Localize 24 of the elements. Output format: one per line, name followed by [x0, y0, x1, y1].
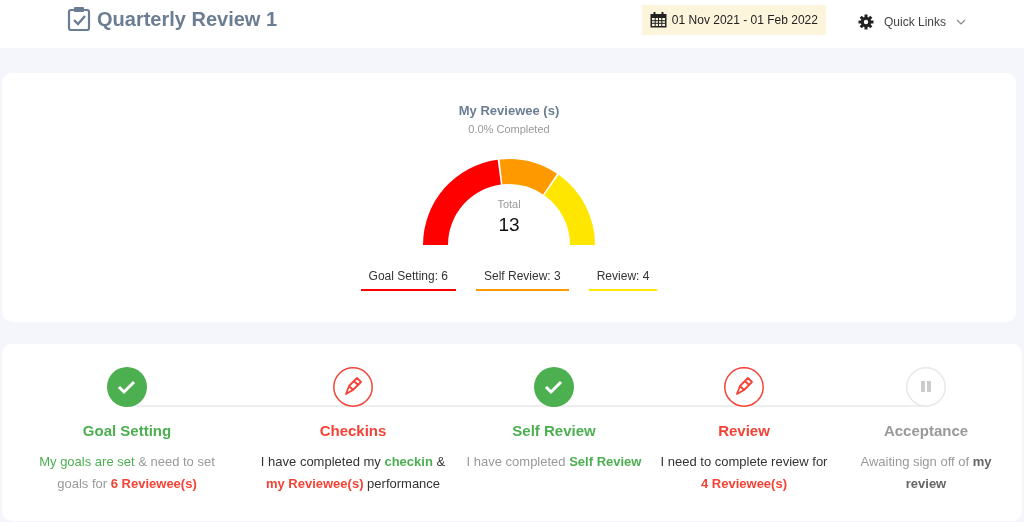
chevron-down-icon: [956, 19, 966, 25]
total-value: 13: [497, 214, 521, 236]
step-description: My goals are set & need to set goals for 6 Reviewee(s): [38, 453, 216, 493]
step-title: Goal Setting: [82, 422, 172, 439]
step-title: Review: [718, 422, 770, 439]
completion-text: 0.0% Completed: [468, 123, 550, 135]
clipboard-check-icon: [67, 6, 91, 32]
legend-item: Self Review: 3: [476, 269, 569, 291]
step-description: Awaiting sign off of my review: [859, 453, 993, 493]
step-title: Checkins: [319, 422, 387, 439]
step-description: I have completed my checkin & my Reviewee(s) performance: [259, 453, 447, 493]
section-title: My Reviewee (s): [458, 103, 560, 118]
total-label: Total: [496, 198, 522, 210]
step-description: I have completed Self Review: [466, 453, 642, 471]
calendar-icon: [649, 11, 667, 28]
date-range-button[interactable]: 01 Nov 2021 - 01 Feb 2022: [641, 4, 826, 35]
step-title: Acceptance: [883, 422, 969, 439]
quick-links-menu[interactable]: Quick Links: [857, 14, 966, 30]
step-description: I need to complete review for 4 Reviewee(s): [659, 453, 829, 493]
page-title: Quarterly Review 1: [97, 7, 278, 31]
legend-item: Goal Setting: 6: [360, 269, 456, 291]
legend-item: Review: 4: [588, 269, 658, 291]
step-title: Self Review: [512, 422, 596, 439]
settings-icon: [857, 14, 874, 30]
